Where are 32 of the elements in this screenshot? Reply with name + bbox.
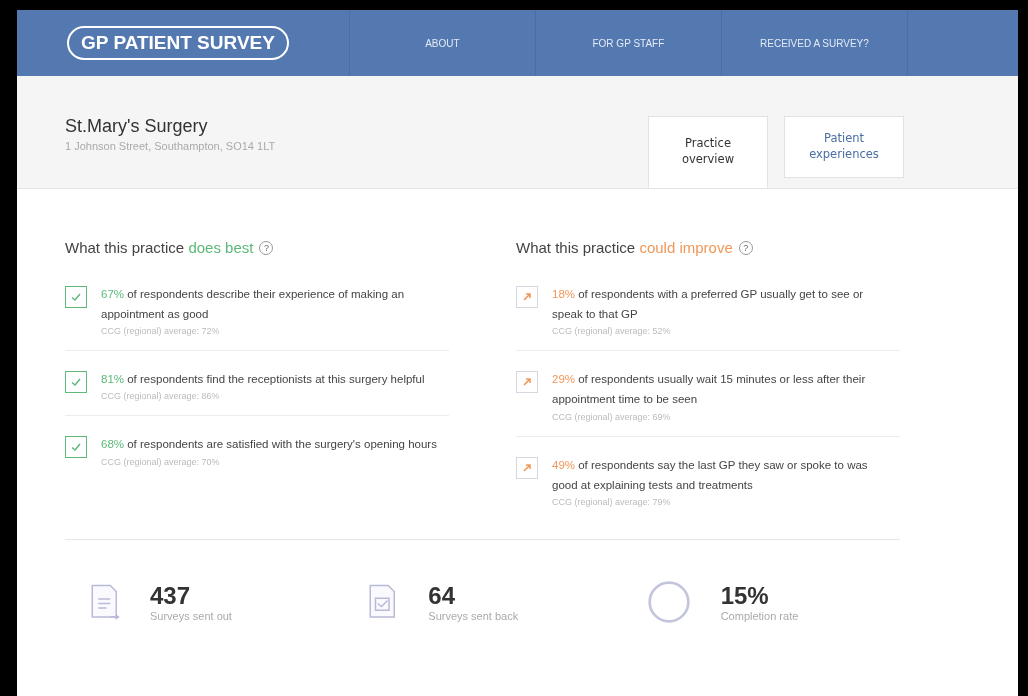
check-icon bbox=[65, 436, 87, 459]
finding-text: 67% of respondents describe their experience of making an appointment as good bbox=[101, 287, 406, 323]
practice-name: St.Mary's Surgery bbox=[65, 116, 209, 137]
stat-value: 437 bbox=[150, 581, 192, 610]
finding-text: 49% of respondents say the last GP they saw or spoke to was good at explaining tests and treatments bbox=[552, 457, 869, 493]
check-icon bbox=[65, 286, 87, 308]
regional-average: CCG (regional) average: 52% bbox=[552, 326, 672, 337]
section-heading: What this practice does best bbox=[65, 239, 254, 256]
stat-label: Surveys sent out bbox=[150, 609, 232, 622]
check-icon bbox=[65, 371, 87, 394]
practice-address: 1 Johnson Street, Southampton, SO14 1LT bbox=[65, 140, 277, 152]
ring-icon bbox=[646, 579, 691, 624]
finding-text: 18% of respondents with a preferred GP usually get to see or speak to that GP bbox=[552, 287, 865, 323]
regional-average: CCG (regional) average: 86% bbox=[101, 391, 221, 402]
stat-label: Surveys sent back bbox=[428, 609, 519, 622]
arrow-up-right-icon bbox=[516, 286, 538, 308]
arrow-up-right-icon bbox=[516, 371, 538, 394]
stat-label: Completion rate bbox=[720, 609, 799, 622]
regional-average: CCG (regional) average: 70% bbox=[101, 456, 221, 467]
regional-average: CCG (regional) average: 79% bbox=[552, 496, 672, 507]
finding-text: 81% of respondents find the receptionists at this surgery helpful bbox=[101, 372, 426, 388]
tab[interactable]: Practice overview bbox=[648, 116, 768, 188]
logo-link[interactable]: GP PATIENT SURVEY bbox=[67, 26, 289, 60]
finding-text: 68% of respondents are satisfied with the surgery's opening hours bbox=[101, 437, 438, 453]
tab[interactable]: Patient experiences bbox=[784, 116, 904, 178]
regional-average: CCG (regional) average: 69% bbox=[552, 411, 672, 422]
finding-text: 29% of respondents usually wait 15 minutes or less after their appointment time to be seen bbox=[552, 372, 867, 408]
regional-average: CCG (regional) average: 72% bbox=[101, 326, 221, 337]
stat-value: 64 bbox=[428, 581, 457, 610]
section-heading: What this practice could improve bbox=[516, 239, 733, 256]
stat-value: 15% bbox=[720, 581, 770, 610]
arrow-up-right-icon bbox=[516, 456, 538, 479]
